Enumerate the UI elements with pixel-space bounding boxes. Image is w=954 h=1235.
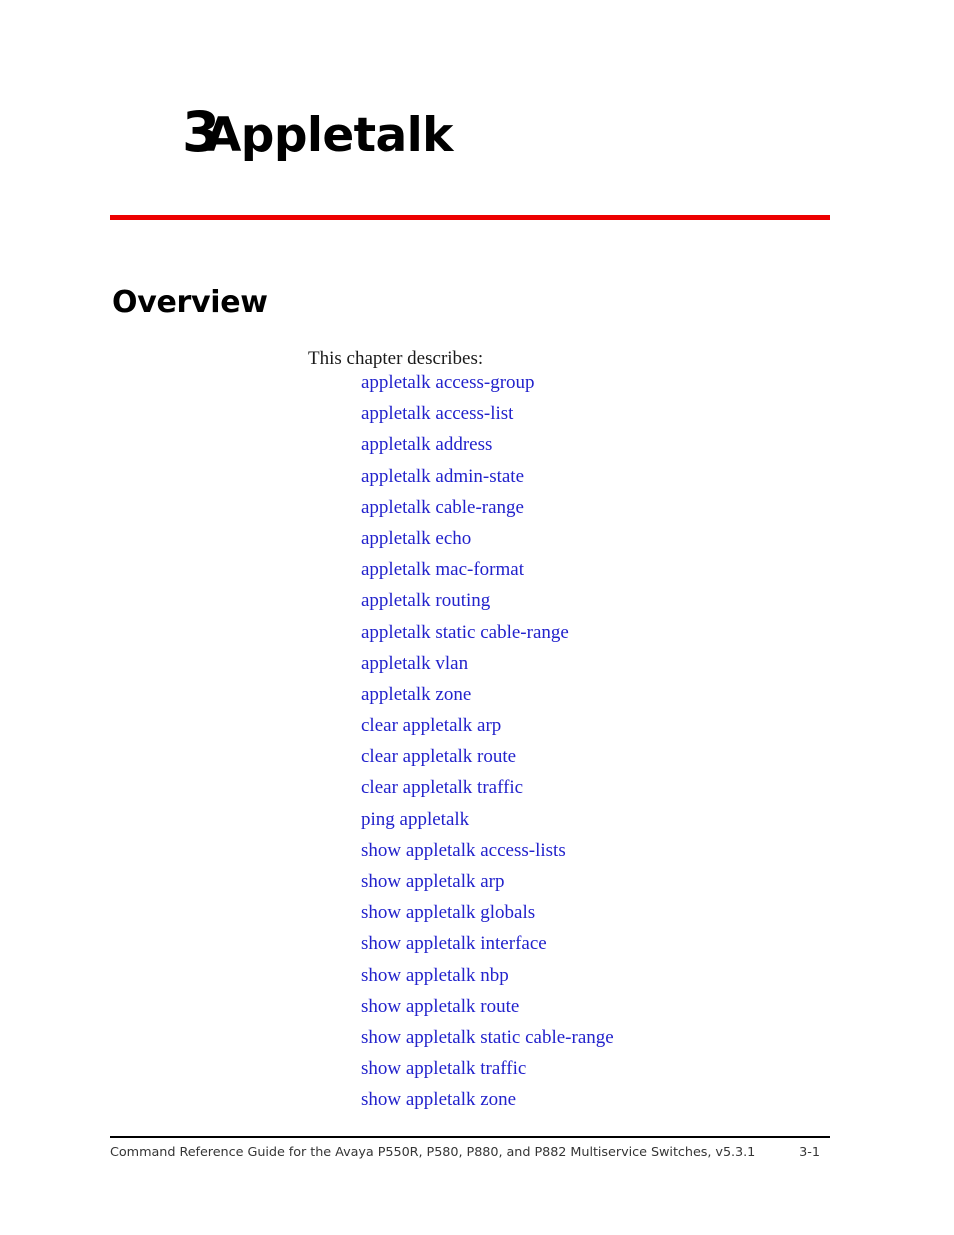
list-item: appletalk static cable-range — [361, 621, 881, 652]
section-heading-overview: Overview — [112, 284, 268, 320]
list-item: clear appletalk route — [361, 745, 881, 776]
footer-divider — [110, 1136, 830, 1138]
list-item: show appletalk globals — [361, 901, 881, 932]
command-link[interactable]: appletalk vlan — [361, 652, 468, 676]
page-footer: Command Reference Guide for the Avaya P5… — [110, 1144, 830, 1162]
command-link[interactable]: appletalk access-group — [361, 371, 535, 395]
command-link[interactable]: ping appletalk — [361, 808, 469, 832]
command-link[interactable]: clear appletalk traffic — [361, 776, 523, 800]
command-link[interactable]: show appletalk arp — [361, 870, 505, 894]
command-link[interactable]: show appletalk traffic — [361, 1057, 526, 1081]
command-link[interactable]: appletalk access-list — [361, 402, 513, 426]
chapter-number: 3 — [182, 100, 220, 164]
command-link[interactable]: appletalk mac-format — [361, 558, 524, 582]
list-item: appletalk echo — [361, 527, 881, 558]
list-item: clear appletalk traffic — [361, 776, 881, 807]
command-link[interactable]: show appletalk zone — [361, 1088, 516, 1112]
command-link[interactable]: show appletalk interface — [361, 932, 547, 956]
command-link[interactable]: appletalk cable-range — [361, 496, 524, 520]
list-item: appletalk access-list — [361, 402, 881, 433]
command-link[interactable]: clear appletalk route — [361, 745, 516, 769]
command-link-list: appletalk access-group appletalk access-… — [361, 371, 881, 1120]
accent-divider — [110, 215, 830, 220]
chapter-heading: 3 Appletalk — [110, 100, 830, 168]
list-item: appletalk zone — [361, 683, 881, 714]
list-item: clear appletalk arp — [361, 714, 881, 745]
command-link[interactable]: show appletalk route — [361, 995, 519, 1019]
command-link[interactable]: appletalk static cable-range — [361, 621, 569, 645]
list-item: show appletalk static cable-range — [361, 1026, 881, 1057]
list-item: show appletalk route — [361, 995, 881, 1026]
list-item: appletalk access-group — [361, 371, 881, 402]
command-link[interactable]: appletalk zone — [361, 683, 471, 707]
list-item: show appletalk traffic — [361, 1057, 881, 1088]
list-item: show appletalk access-lists — [361, 839, 881, 870]
footer-title: Command Reference Guide for the Avaya P5… — [110, 1145, 756, 1160]
command-link[interactable]: appletalk echo — [361, 527, 471, 551]
command-link[interactable]: appletalk admin-state — [361, 465, 524, 489]
command-link[interactable]: show appletalk static cable-range — [361, 1026, 614, 1050]
command-link[interactable]: appletalk address — [361, 433, 492, 457]
document-page: 3 Appletalk Overview This chapter descri… — [0, 0, 954, 1235]
list-item: show appletalk zone — [361, 1088, 881, 1119]
list-item: show appletalk nbp — [361, 964, 881, 995]
command-link[interactable]: show appletalk nbp — [361, 964, 509, 988]
command-link[interactable]: show appletalk globals — [361, 901, 535, 925]
list-item: appletalk admin-state — [361, 465, 881, 496]
command-link[interactable]: show appletalk access-lists — [361, 839, 566, 863]
chapter-title: Appletalk — [205, 108, 453, 163]
command-link[interactable]: clear appletalk arp — [361, 714, 501, 738]
list-item: appletalk routing — [361, 589, 881, 620]
footer-page-number: 3-1 — [799, 1145, 820, 1160]
intro-paragraph: This chapter describes: — [308, 348, 484, 369]
command-link[interactable]: appletalk routing — [361, 589, 490, 613]
list-item: appletalk mac-format — [361, 558, 881, 589]
list-item: appletalk address — [361, 433, 881, 464]
list-item: appletalk cable-range — [361, 496, 881, 527]
list-item: show appletalk interface — [361, 932, 881, 963]
list-item: ping appletalk — [361, 808, 881, 839]
list-item: show appletalk arp — [361, 870, 881, 901]
list-item: appletalk vlan — [361, 652, 881, 683]
